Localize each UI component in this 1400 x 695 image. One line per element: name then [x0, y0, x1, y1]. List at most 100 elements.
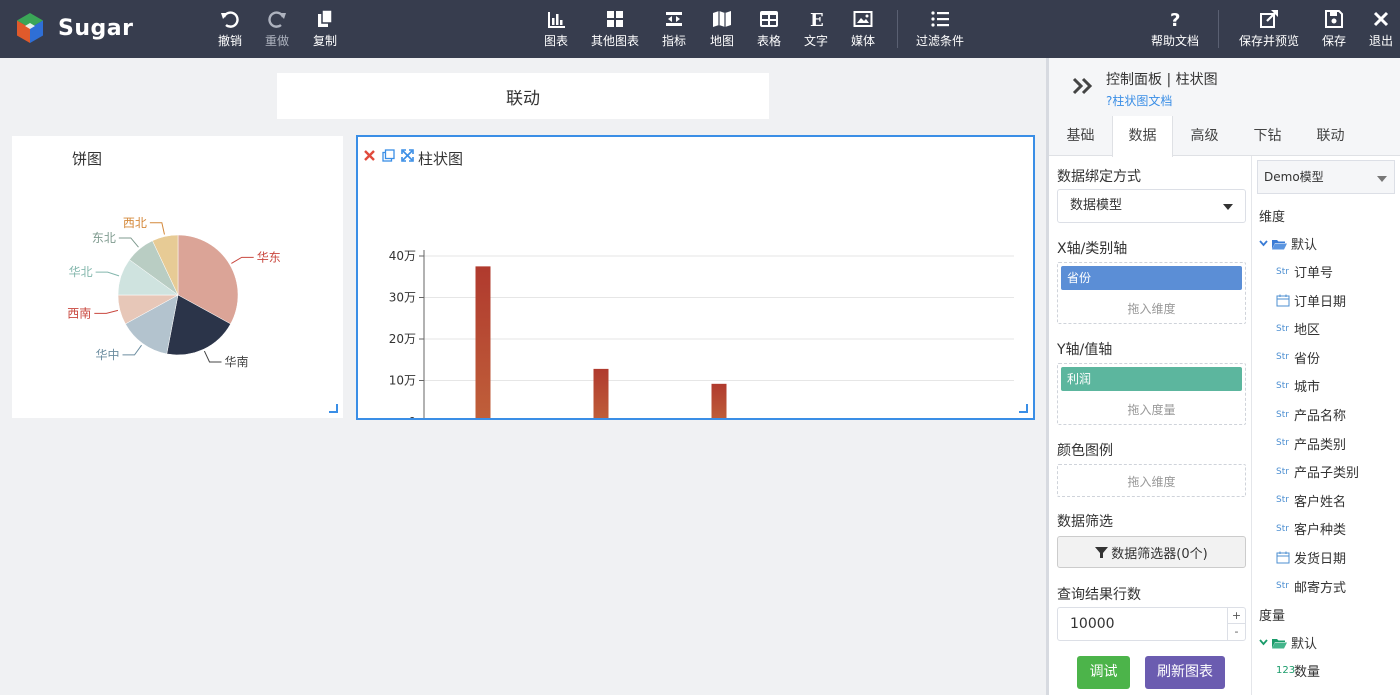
dimension-field[interactable]: Str 地区: [1276, 319, 1320, 338]
binding-mode-value: 数据模型: [1070, 198, 1123, 213]
save-preview-button[interactable]: 保存并预览: [1239, 9, 1299, 51]
grid-icon: [607, 11, 623, 27]
bar[interactable]: [593, 368, 609, 418]
save-label: 保存: [1322, 34, 1347, 48]
app-name: Sugar: [58, 15, 134, 41]
x-axis-dropzone[interactable]: 省份 拖入维度: [1057, 262, 1246, 324]
bar-chart-icon: [548, 12, 565, 28]
model-select[interactable]: Demo模型: [1257, 160, 1395, 194]
redo-button[interactable]: 重做: [265, 9, 289, 51]
tab-advanced[interactable]: 高级: [1173, 116, 1236, 156]
dimension-field[interactable]: Str 省份: [1276, 348, 1320, 367]
pie-label-line: [122, 344, 142, 356]
copy-button[interactable]: 复制: [313, 9, 337, 51]
bar[interactable]: [475, 266, 491, 418]
y-tick-label: 0: [408, 415, 416, 418]
tab-basic[interactable]: 基础: [1049, 116, 1112, 156]
measure-field[interactable]: 123 数量: [1276, 661, 1320, 680]
exit-label: 退出: [1369, 34, 1394, 48]
dimension-field[interactable]: 订单日期: [1276, 291, 1346, 310]
chart-label: 图表: [544, 34, 569, 48]
map-icon: [713, 11, 731, 27]
other-charts-label: 其他图表: [591, 34, 640, 48]
redo-icon: [268, 11, 286, 28]
y-axis-dropzone[interactable]: 利润 拖入度量: [1057, 363, 1246, 425]
field-name: 产品子类别: [1294, 466, 1360, 482]
tab-drilldown[interactable]: 下钻: [1236, 116, 1299, 156]
media-button[interactable]: 媒体: [851, 9, 875, 51]
chevron-down-icon: [1259, 240, 1268, 247]
y-tick-label: 30万: [389, 291, 416, 305]
dimension-field[interactable]: Str 客户种类: [1276, 519, 1346, 538]
pie-label-line: [231, 256, 254, 264]
dimension-folder[interactable]: 默认: [1259, 234, 1317, 253]
color-legend-dropzone[interactable]: 拖入维度: [1057, 464, 1246, 497]
dimension-field[interactable]: 发货日期: [1276, 548, 1346, 567]
folder-open-icon: [1272, 638, 1287, 648]
field-name: 地区: [1294, 323, 1321, 339]
tab-linkage[interactable]: 联动: [1299, 116, 1362, 156]
top-toolbar: Sugar 撤销 重做 复制 图表 其他图表 指标 地图 表格 E 文字 媒体: [0, 0, 1400, 58]
increment-button[interactable]: +: [1228, 608, 1245, 624]
row-count-input[interactable]: 10000 + -: [1057, 607, 1246, 641]
map-button[interactable]: 地图: [710, 9, 734, 51]
chart-doc-link[interactable]: ?柱状图文档: [1106, 92, 1172, 109]
pie-label-line: [94, 309, 119, 314]
dimension-folder-label: 默认: [1291, 238, 1318, 253]
decrement-button[interactable]: -: [1228, 624, 1245, 640]
binding-mode-select[interactable]: 数据模型: [1057, 189, 1246, 223]
double-chevron-right-icon[interactable]: [1071, 76, 1093, 96]
measure-folder-label: 默认: [1291, 637, 1318, 652]
filter-condition-button[interactable]: 过滤条件: [916, 9, 964, 51]
field-name: 数量: [1294, 665, 1321, 680]
dimension-field[interactable]: Str 客户姓名: [1276, 491, 1346, 510]
pie-slice-label: 华北: [69, 265, 93, 279]
other-charts-button[interactable]: 其他图表: [591, 9, 639, 51]
text-button[interactable]: E 文字: [804, 9, 828, 51]
x-axis-field-chip[interactable]: 省份: [1061, 266, 1242, 290]
tab-data[interactable]: 数据: [1112, 116, 1173, 157]
field-name: 城市: [1294, 380, 1321, 396]
funnel-icon: [1095, 546, 1109, 558]
exit-button[interactable]: 退出: [1369, 9, 1393, 51]
bar[interactable]: [711, 383, 727, 418]
save-preview-label: 保存并预览: [1239, 34, 1300, 48]
map-label: 地图: [710, 34, 735, 48]
dimension-field[interactable]: Str 产品类别: [1276, 434, 1346, 453]
debug-button[interactable]: 调试: [1077, 656, 1130, 689]
pie-slice-label: 华东: [257, 250, 281, 264]
resize-handle[interactable]: [1019, 404, 1028, 413]
number-type-icon: 123: [1276, 665, 1296, 676]
dimension-field[interactable]: Str 订单号: [1276, 262, 1333, 281]
pie-label-line: [149, 222, 165, 235]
table-button[interactable]: 表格: [757, 9, 781, 51]
y-axis-field-chip[interactable]: 利润: [1061, 367, 1242, 391]
row-count-label: 查询结果行数: [1057, 587, 1141, 603]
dimension-field[interactable]: Str 产品子类别: [1276, 462, 1359, 481]
metric-button[interactable]: 指标: [662, 9, 686, 51]
help-button[interactable]: ? 帮助文档: [1151, 9, 1199, 51]
bar-chart-card[interactable]: 柱状图 010万20万30万40万广东广西海南澳门香港利润: [356, 135, 1035, 420]
string-type-icon: Str: [1276, 495, 1289, 506]
pie-chart-card[interactable]: 饼图 华东 华南 华中 西南 华北 东北 西北: [12, 136, 343, 418]
chart-button[interactable]: 图表: [544, 9, 568, 51]
question-icon: ?: [1170, 10, 1180, 29]
dashboard-title[interactable]: 联动: [277, 73, 769, 119]
calendar-icon: [1276, 294, 1290, 307]
bar-chart: 010万20万30万40万广东广西海南澳门香港利润: [389, 249, 1014, 418]
dashboard-canvas: 联动 饼图 华东华南华中西南华北东北西北 柱状图 010万20万30万40万广东…: [0, 58, 1046, 695]
copy-label: 复制: [313, 34, 338, 48]
save-button[interactable]: 保存: [1322, 9, 1346, 51]
pie-label-line: [95, 271, 120, 277]
measure-folder[interactable]: 默认: [1259, 633, 1317, 652]
refresh-chart-button[interactable]: 刷新图表: [1145, 656, 1225, 689]
dimension-field[interactable]: Str 邮寄方式: [1276, 577, 1346, 596]
metric-icon: [666, 12, 682, 26]
dimension-field[interactable]: Str 城市: [1276, 376, 1320, 395]
pie-slice-label: 东北: [92, 231, 116, 245]
pie-slice-label: 西北: [123, 216, 147, 230]
data-filter-button[interactable]: 数据筛选器(0个): [1057, 536, 1246, 568]
dimension-field[interactable]: Str 产品名称: [1276, 405, 1346, 424]
undo-button[interactable]: 撤销: [218, 9, 242, 51]
resize-handle[interactable]: [329, 404, 338, 413]
